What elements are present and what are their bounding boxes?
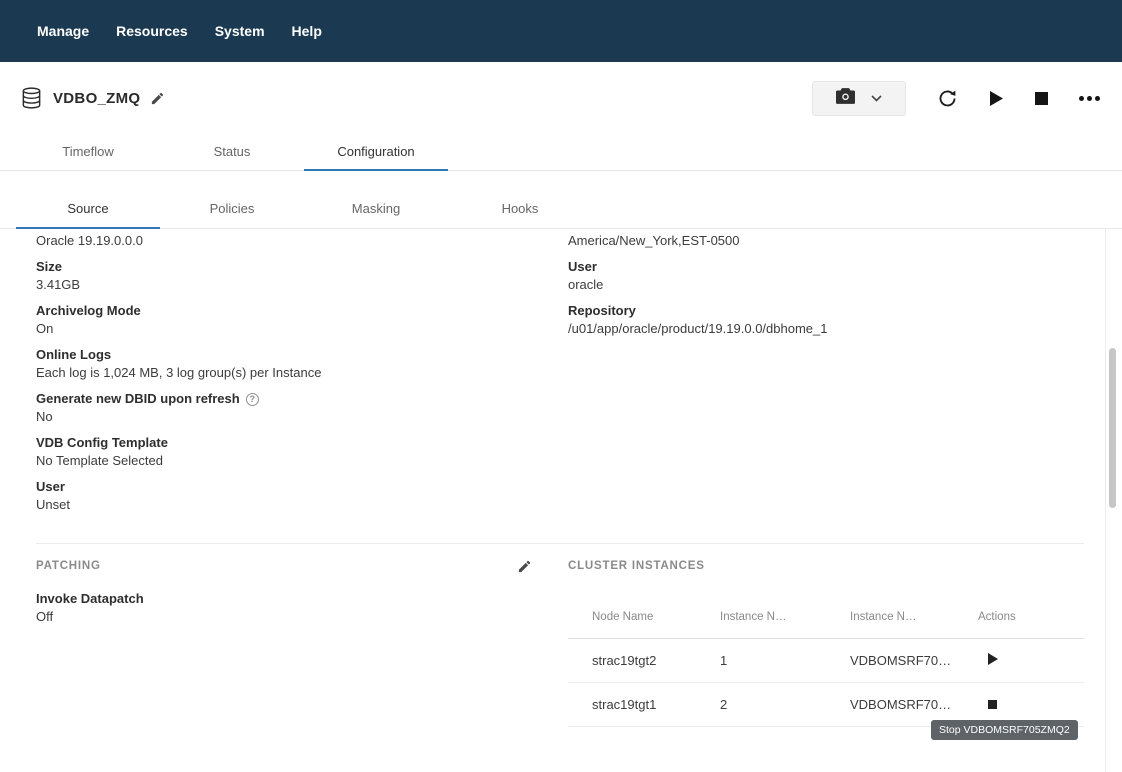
database-icon	[20, 86, 43, 110]
ellipsis-icon	[1079, 96, 1100, 101]
field-archivelog-mode: Archivelog Mode On	[36, 303, 532, 337]
field-online-logs: Online Logs Each log is 1,024 MB, 3 log …	[36, 347, 532, 381]
cluster-instances-table: Node Name Instance N… Instance N… Action…	[568, 596, 1084, 727]
table-row: strac19tgt2 1 VDBOMSRF70…	[568, 639, 1084, 683]
main-tabs: Timeflow Status Configuration	[0, 134, 1122, 171]
stop-icon	[988, 700, 997, 709]
cluster-instances-section: CLUSTER INSTANCES Node Name Instance N… …	[568, 558, 1084, 727]
source-details-left-column: Oracle 19.19.0.0.0 Size 3.41GB Archivelo…	[36, 233, 568, 523]
field-value: On	[36, 321, 532, 337]
column-header-instance-name: Instance N…	[850, 596, 978, 639]
subtab-masking[interactable]: Masking	[304, 189, 448, 229]
patching-section: PATCHING Invoke Datapatch Off	[36, 558, 568, 727]
field-label: Generate new DBID upon refresh	[36, 391, 240, 407]
column-header-actions: Actions	[978, 596, 1084, 639]
field-value: America/New_York,EST-0500	[568, 233, 1084, 249]
cell-instance-number: 2	[720, 683, 850, 727]
field-repository: Repository /u01/app/oracle/product/19.19…	[568, 303, 1084, 337]
more-actions-button[interactable]	[1079, 96, 1100, 101]
tab-timeflow[interactable]: Timeflow	[16, 134, 160, 171]
field-value: Unset	[36, 497, 532, 513]
nav-item-system[interactable]: System	[215, 23, 265, 39]
start-instance-button[interactable]	[988, 653, 998, 665]
source-config-panel: Oracle 19.19.0.0.0 Size 3.41GB Archivelo…	[0, 229, 1122, 772]
stop-icon	[1035, 92, 1048, 105]
camera-icon	[836, 88, 855, 109]
cell-node-name: strac19tgt1	[568, 683, 720, 727]
field-size: Size 3.41GB	[36, 259, 532, 293]
scrollbar-track[interactable]	[1105, 229, 1106, 772]
field-value: oracle	[568, 277, 1084, 293]
field-label: Invoke Datapatch	[36, 591, 532, 607]
field-label: Size	[36, 259, 532, 275]
page-header: VDBO_ZMQ	[0, 62, 1122, 134]
field-label: Online Logs	[36, 347, 532, 363]
cell-instance-name: VDBOMSRF70…	[850, 639, 978, 683]
cluster-instances-title: CLUSTER INSTANCES	[568, 560, 705, 572]
top-nav: Manage Resources System Help	[0, 0, 1122, 62]
field-version: Oracle 19.19.0.0.0	[36, 233, 532, 249]
field-generate-new-dbid: Generate new DBID upon refresh ? No	[36, 391, 532, 425]
stop-instance-button[interactable]	[988, 700, 997, 709]
snapshot-button[interactable]	[812, 81, 906, 116]
refresh-button[interactable]	[937, 88, 958, 109]
help-icon[interactable]: ?	[246, 393, 259, 406]
field-value: /u01/app/oracle/product/19.19.0.0/dbhome…	[568, 321, 1084, 337]
patching-section-title: PATCHING	[36, 560, 101, 572]
field-label: User	[568, 259, 1084, 275]
nav-item-resources[interactable]: Resources	[116, 23, 188, 39]
field-label: VDB Config Template	[36, 435, 532, 451]
field-value: Off	[36, 609, 532, 625]
field-value: No Template Selected	[36, 453, 532, 469]
field-value: No	[36, 409, 532, 425]
start-button[interactable]	[989, 90, 1004, 107]
tab-configuration[interactable]: Configuration	[304, 134, 448, 171]
stop-instance-tooltip: Stop VDBOMSRF705ZMQ2	[931, 720, 1078, 740]
field-label: Archivelog Mode	[36, 303, 532, 319]
column-header-instance-number: Instance N…	[720, 596, 850, 639]
field-value: Oracle 19.19.0.0.0	[36, 233, 532, 249]
table-header-row: Node Name Instance N… Instance N… Action…	[568, 596, 1084, 639]
field-env-user: User oracle	[568, 259, 1084, 293]
chevron-down-icon[interactable]	[871, 89, 882, 107]
cell-node-name: strac19tgt2	[568, 639, 720, 683]
edit-patching-pencil-icon[interactable]	[517, 559, 532, 574]
page-title: VDBO_ZMQ	[53, 90, 140, 107]
field-label: User	[36, 479, 532, 495]
tab-status[interactable]: Status	[160, 134, 304, 171]
field-timezone: America/New_York,EST-0500	[568, 233, 1084, 249]
scrollbar-thumb[interactable]	[1109, 348, 1116, 508]
column-header-node-name: Node Name	[568, 596, 720, 639]
subtab-policies[interactable]: Policies	[160, 189, 304, 229]
cell-instance-number: 1	[720, 639, 850, 683]
field-label: Repository	[568, 303, 1084, 319]
field-user: User Unset	[36, 479, 532, 513]
rename-pencil-icon[interactable]	[150, 91, 165, 106]
subtab-hooks[interactable]: Hooks	[448, 189, 592, 229]
field-vdb-config-template: VDB Config Template No Template Selected	[36, 435, 532, 469]
field-value: 3.41GB	[36, 277, 532, 293]
action-toolbar	[812, 81, 1100, 116]
nav-item-help[interactable]: Help	[292, 23, 322, 39]
stop-button[interactable]	[1035, 92, 1048, 105]
field-invoke-datapatch: Invoke Datapatch Off	[36, 591, 532, 625]
field-value: Each log is 1,024 MB, 3 log group(s) per…	[36, 365, 532, 381]
nav-item-manage[interactable]: Manage	[37, 23, 89, 39]
subtab-source[interactable]: Source	[16, 189, 160, 229]
source-details-right-column: America/New_York,EST-0500 User oracle Re…	[568, 233, 1084, 523]
configuration-subtabs: Source Policies Masking Hooks	[0, 171, 1122, 229]
